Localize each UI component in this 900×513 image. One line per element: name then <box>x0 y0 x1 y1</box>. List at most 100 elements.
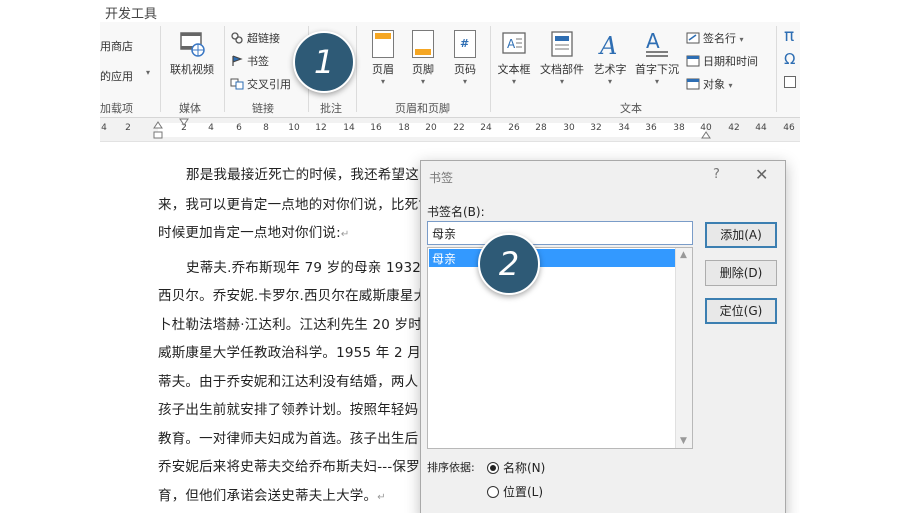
group-label-header-footer: 页眉和页脚 <box>395 102 450 115</box>
embed-icon[interactable] <box>784 76 796 88</box>
equation-icon[interactable]: π <box>784 26 794 46</box>
my-apps-button[interactable]: 的应用 <box>100 68 133 84</box>
date-time-button[interactable]: 日期和时间 <box>686 53 758 69</box>
ruler-tick: 24 <box>480 123 492 133</box>
sort-by-label: 排序依据: <box>427 461 475 474</box>
bookmark-name-label: 书签名(B): <box>427 205 485 219</box>
scroll-up-icon[interactable]: ▲ <box>680 250 687 260</box>
ruler-tick: 4 <box>208 123 214 133</box>
group-separator <box>356 26 357 112</box>
ruler-tick: 46 <box>783 123 795 133</box>
group-separator <box>224 26 225 112</box>
sort-by-name-radio[interactable]: 名称(N) <box>487 459 545 476</box>
goto-button[interactable]: 定位(G) <box>705 298 777 324</box>
signature-line-button[interactable]: 签名行 ▾ <box>686 30 744 46</box>
group-label-comments: 批注 <box>320 102 342 115</box>
page-number-icon: # <box>454 30 476 58</box>
text-box-label: 文本框 <box>497 63 531 76</box>
cross-reference-button[interactable]: 交叉引用 <box>230 76 291 92</box>
calendar-icon <box>686 55 700 67</box>
drop-cap-button[interactable]: A 首字下沉 ▾ <box>632 29 682 86</box>
left-indent-marker[interactable] <box>150 118 166 142</box>
doc-line: 来，我可以更肯定一点地的对你们说，比死亡 <box>158 197 432 213</box>
word-window: 开发工具 用商店 的应用 ▾ 加载项 联机视频 媒体 超链接 书签 交叉引用 链… <box>100 0 800 513</box>
text-box-button[interactable]: A 文本框 ▾ <box>496 30 532 86</box>
chevron-down-icon: ▾ <box>420 77 425 86</box>
hyperlink-button[interactable]: 超链接 <box>230 30 280 46</box>
object-button[interactable]: 对象 ▾ <box>686 76 733 92</box>
drop-cap-label: 首字下沉 <box>635 63 679 76</box>
add-button[interactable]: 添加(A) <box>705 222 777 248</box>
online-video-label: 联机视频 <box>170 63 214 76</box>
chevron-down-icon: ▾ <box>462 77 467 86</box>
page-number-label: 页码 <box>454 63 476 76</box>
signature-line-icon <box>686 32 700 44</box>
ruler-tick: 2 <box>125 123 131 133</box>
bookmark-dialog: 书签 ? ✕ 书签名(B): 母亲 母亲 ▲ ▼ 添加(A) 删除(D) 定位(… <box>420 160 786 513</box>
group-separator <box>160 26 161 112</box>
header-icon <box>372 30 394 58</box>
horizontal-ruler[interactable]: 4 2 2 4 6 8 10 12 14 16 18 20 22 24 26 2… <box>100 118 800 142</box>
tab-developer[interactable]: 开发工具 <box>105 3 157 22</box>
online-video-icon <box>179 30 205 58</box>
chevron-down-icon: ▾ <box>728 81 733 90</box>
wordart-button[interactable]: A 艺术字 ▾ <box>590 30 630 86</box>
list-scrollbar[interactable]: ▲ ▼ <box>675 248 692 448</box>
footer-button[interactable]: 页脚 ▾ <box>406 30 440 86</box>
ruler-tick: 38 <box>673 123 685 133</box>
ruler-tick: 8 <box>263 123 269 133</box>
ruler-tick: 22 <box>453 123 465 133</box>
first-line-indent-marker[interactable] <box>176 118 192 142</box>
ruler-tick: 6 <box>236 123 242 133</box>
quick-parts-label: 文档部件 <box>540 63 584 76</box>
doc-line: 西贝尔。乔安妮.卡罗尔.西贝尔在威斯康星大 <box>158 288 428 304</box>
bookmark-name-input[interactable]: 母亲 <box>427 221 693 245</box>
ruler-tick: 44 <box>755 123 767 133</box>
doc-line: 育，但他们承诺会送史蒂夫上大学。↵ <box>158 488 386 504</box>
doc-line: 威斯康星大学任教政治科学。1955 年 2 月 <box>158 345 421 361</box>
chevron-down-icon: ▾ <box>607 77 612 86</box>
ruler-tick: 28 <box>535 123 547 133</box>
header-button[interactable]: 页眉 ▾ <box>366 30 400 86</box>
store-button[interactable]: 用商店 <box>100 38 133 54</box>
doc-line: 时候更加肯定一点地对你们说:↵ <box>158 225 350 241</box>
delete-button[interactable]: 删除(D) <box>705 260 777 286</box>
object-icon <box>686 78 700 90</box>
chevron-down-icon: ▾ <box>511 77 516 86</box>
ruler-tick: 32 <box>590 123 602 133</box>
bookmark-button[interactable]: 书签 <box>230 53 269 69</box>
ruler-tick: 16 <box>370 123 382 133</box>
ribbon: 用商店 的应用 ▾ 加载项 联机视频 媒体 超链接 书签 交叉引用 链接 批注 … <box>100 22 800 118</box>
bookmark-list[interactable]: 母亲 ▲ ▼ <box>427 247 693 449</box>
doc-line: 史蒂夫.乔布斯现年 79 岁的母亲 1932 年 <box>186 260 440 276</box>
bookmark-icon <box>230 55 244 67</box>
sort-by-location-radio[interactable]: 位置(L) <box>487 483 543 500</box>
help-icon[interactable]: ? <box>713 167 720 182</box>
chevron-down-icon[interactable]: ▾ <box>146 68 150 77</box>
symbol-icon[interactable]: Ω <box>784 50 795 68</box>
hyperlink-label: 超链接 <box>247 32 280 45</box>
svg-text:A: A <box>646 30 660 53</box>
ruler-tick: 18 <box>398 123 410 133</box>
close-icon[interactable]: ✕ <box>755 165 768 184</box>
right-indent-marker[interactable] <box>698 118 714 142</box>
list-item[interactable]: 母亲 <box>429 249 675 267</box>
ruler-tick: 34 <box>618 123 630 133</box>
step-callout-1: 1 <box>293 31 355 93</box>
svg-text:A: A <box>598 32 617 58</box>
signature-line-label: 签名行 <box>703 32 736 45</box>
page-number-button[interactable]: # 页码 ▾ <box>448 30 482 86</box>
quick-parts-button[interactable]: 文档部件 ▾ <box>538 30 586 86</box>
ruler-tick: 26 <box>508 123 520 133</box>
chevron-down-icon: ▾ <box>739 35 744 44</box>
wordart-icon: A <box>597 30 623 60</box>
group-label-media: 媒体 <box>179 102 201 115</box>
text-box-icon: A <box>501 30 527 58</box>
ruler-tick: 20 <box>425 123 437 133</box>
scroll-down-icon[interactable]: ▼ <box>680 436 687 446</box>
doc-line: 那是我最接近死亡的时候，我还希望这 <box>186 167 419 183</box>
radio-empty-icon <box>487 486 499 498</box>
wordart-label: 艺术字 <box>593 63 627 76</box>
doc-line: 教育。一对律师夫妇成为首选。孩子出生后， <box>158 431 432 447</box>
online-video-button[interactable]: 联机视频 <box>166 30 218 77</box>
